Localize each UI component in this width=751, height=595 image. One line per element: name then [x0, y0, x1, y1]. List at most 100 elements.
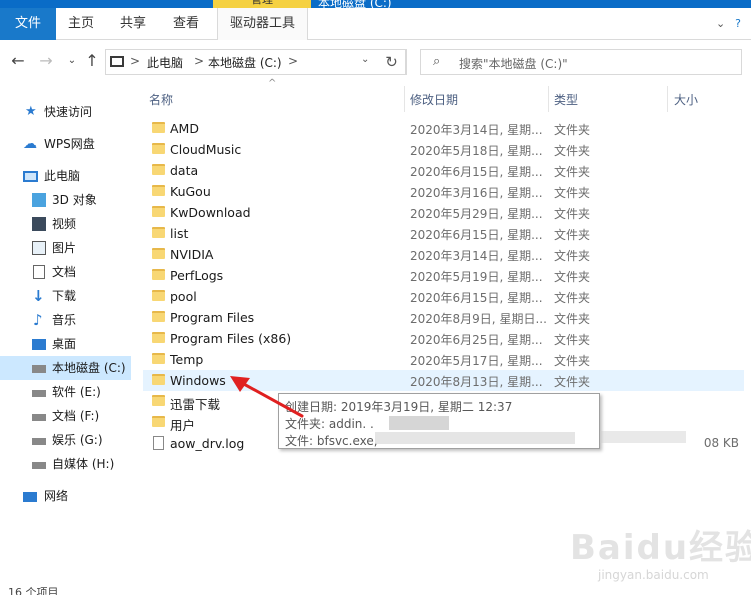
file-row[interactable]: NVIDIA 2020年3月14日, 星期... 文件夹 [143, 244, 744, 265]
search-icon: ⌕ [433, 54, 441, 69]
file-row[interactable]: data 2020年6月15日, 星期... 文件夹 [143, 160, 744, 181]
forward-arrow-icon[interactable]: → [36, 51, 56, 71]
up-arrow-icon[interactable]: ↑ [82, 51, 102, 71]
file-name: Windows [170, 373, 226, 388]
column-divider[interactable] [548, 86, 549, 112]
column-divider[interactable] [404, 86, 405, 112]
file-type: 文件夹 [554, 144, 591, 158]
column-header-type[interactable]: 类型 [554, 91, 578, 108]
sort-ascending-icon: ^ [268, 78, 277, 89]
tab-view[interactable]: 查看 [161, 8, 211, 40]
folder-icon [152, 395, 165, 406]
nav-item-desktop[interactable]: 桌面 [0, 332, 131, 356]
folder-icon [152, 248, 165, 259]
nav-item-quick-access[interactable]: ★ 快速访问 [0, 100, 131, 124]
breadcrumb-separator[interactable]: > [194, 54, 204, 68]
nav-item-videos[interactable]: 视频 [0, 212, 131, 236]
back-arrow-icon[interactable]: ← [8, 51, 28, 71]
nav-item-local-disk-c[interactable]: 本地磁盘 (C:) [0, 356, 131, 380]
column-header-modified[interactable]: 修改日期 [410, 91, 458, 108]
file-row[interactable]: PerfLogs 2020年5月19日, 星期... 文件夹 [143, 265, 744, 286]
file-modified-date: 2020年8月9日, 星期日... [410, 312, 546, 326]
breadcrumb-this-pc[interactable]: 此电脑 [147, 54, 183, 71]
breadcrumb-drive-c[interactable]: 本地磁盘 (C:) [208, 54, 282, 71]
nav-item-documents[interactable]: 文档 [0, 260, 131, 284]
file-modified-date: 2020年3月14日, 星期... [410, 123, 543, 137]
file-name: 迅雷下载 [170, 397, 221, 412]
cube-icon [32, 193, 46, 207]
file-row[interactable]: Temp 2020年5月17日, 星期... 文件夹 [143, 349, 744, 370]
breadcrumb-separator[interactable]: > [288, 54, 298, 68]
folder-icon [152, 122, 165, 133]
address-dropdown-icon[interactable]: ⌄ [361, 54, 369, 65]
file-name: PerfLogs [170, 268, 224, 283]
file-type: 文件夹 [554, 228, 591, 242]
download-icon: ↓ [32, 287, 45, 305]
file-row[interactable]: AMD 2020年3月14日, 星期... 文件夹 [143, 118, 744, 139]
file-modified-date: 2020年5月29日, 星期... [410, 207, 543, 221]
drive-icon [32, 414, 46, 421]
watermark-url: jingyan.baidu.com [598, 568, 709, 582]
file-row[interactable]: Program Files (x86) 2020年6月25日, 星期... 文件夹 [143, 328, 744, 349]
nav-item-drive-e[interactable]: 软件 (E:) [0, 380, 131, 404]
address-box[interactable]: > 此电脑 > 本地磁盘 (C:) > ⌄ [105, 49, 407, 75]
nav-item-music[interactable]: ♪ 音乐 [0, 308, 131, 332]
folder-icon [152, 374, 165, 385]
nav-item-drive-g[interactable]: 娱乐 (G:) [0, 428, 131, 452]
folder-info-tooltip: 创建日期: 2019年3月19日, 星期二 12:37 文件夹: addin. … [278, 393, 600, 449]
folder-icon [152, 311, 165, 322]
music-icon: ♪ [33, 311, 43, 329]
folder-icon [152, 143, 165, 154]
tab-file[interactable]: 文件 [0, 8, 56, 40]
file-type: 文件夹 [554, 375, 591, 389]
folder-icon [152, 269, 165, 280]
file-row[interactable]: Program Files 2020年8月9日, 星期日... 文件夹 [143, 307, 744, 328]
tab-drive-tools[interactable]: 驱动器工具 [217, 8, 309, 40]
file-type: 文件夹 [554, 186, 591, 200]
file-row[interactable]: CloudMusic 2020年5月18日, 星期... 文件夹 [143, 139, 744, 160]
folder-icon [152, 332, 165, 343]
nav-item-downloads[interactable]: ↓ 下载 [0, 284, 131, 308]
column-divider[interactable] [667, 86, 668, 112]
tooltip-created: 创建日期: 2019年3月19日, 星期二 12:37 [285, 400, 513, 414]
cloud-icon: ☁ [23, 136, 37, 152]
file-name: data [170, 163, 199, 178]
tab-home[interactable]: 主页 [56, 8, 106, 40]
search-input[interactable]: ⌕ 搜索"本地磁盘 (C:)" [420, 49, 742, 75]
manage-context-tab[interactable]: 管理 [213, 0, 311, 8]
column-header-name[interactable]: 名称 [149, 91, 173, 108]
file-type: 文件夹 [554, 354, 591, 368]
nav-item-pictures[interactable]: 图片 [0, 236, 131, 260]
file-row[interactable]: pool 2020年6月15日, 星期... 文件夹 [143, 286, 744, 307]
video-icon [32, 217, 46, 231]
document-icon [33, 265, 45, 279]
nav-item-this-pc[interactable]: 此电脑 [0, 164, 131, 188]
file-name: aow_drv.log [170, 436, 245, 451]
nav-item-3d-objects[interactable]: 3D 对象 [0, 188, 131, 212]
file-row[interactable]: KuGou 2020年3月16日, 星期... 文件夹 [143, 181, 744, 202]
desktop-icon [32, 339, 46, 350]
recent-locations-chevron-icon[interactable]: ⌄ [62, 51, 82, 71]
file-row[interactable]: list 2020年6月15日, 星期... 文件夹 [143, 223, 744, 244]
breadcrumb-separator[interactable]: > [130, 54, 140, 68]
folder-icon [152, 227, 165, 238]
folder-icon [152, 206, 165, 217]
refresh-icon[interactable]: ↻ [378, 49, 406, 75]
file-modified-date: 2020年6月15日, 星期... [410, 165, 543, 179]
file-row[interactable]: KwDownload 2020年5月29日, 星期... 文件夹 [143, 202, 744, 223]
file-modified-date: 2020年5月19日, 星期... [410, 270, 543, 284]
tab-share[interactable]: 共享 [108, 8, 158, 40]
help-icon[interactable]: ? [735, 17, 741, 30]
drive-icon [32, 365, 46, 373]
ribbon-collapse-icon[interactable]: ⌄ [716, 17, 725, 30]
nav-item-wps-cloud[interactable]: ☁ WPS网盘 [0, 132, 131, 156]
file-name: pool [170, 289, 197, 304]
file-name: Program Files [170, 310, 255, 325]
column-header-size[interactable]: 大小 [674, 91, 698, 108]
star-icon: ★ [25, 104, 37, 119]
nav-item-drive-h[interactable]: 自媒体 (H:) [0, 452, 131, 476]
file-name: Temp [170, 352, 204, 367]
file-type: 文件夹 [554, 207, 591, 221]
nav-item-network[interactable]: 网络 [0, 484, 131, 508]
nav-item-drive-f[interactable]: 文档 (F:) [0, 404, 131, 428]
